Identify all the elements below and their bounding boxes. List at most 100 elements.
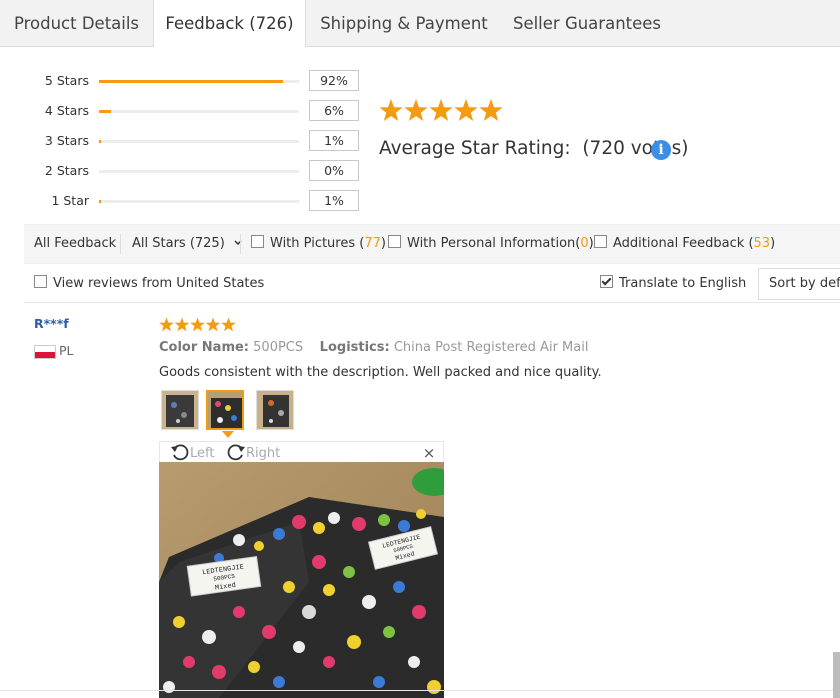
personal-info-checkbox[interactable] xyxy=(388,235,401,248)
histogram-label: 5 Stars xyxy=(44,73,89,88)
histogram-bar-fill xyxy=(99,140,101,143)
review-photo-thumbnail[interactable] xyxy=(256,390,294,430)
star-icon xyxy=(429,99,453,121)
histogram-percent: 1% xyxy=(309,130,359,151)
with-pictures-label: With Pictures xyxy=(270,236,356,251)
star-icon xyxy=(221,317,236,332)
histogram-label: 3 Stars xyxy=(44,133,89,148)
additional-feedback-open: ( xyxy=(744,236,754,251)
vote-count: (720 votes) xyxy=(582,138,689,159)
color-label: Color Name: xyxy=(159,340,250,355)
review-text: Goods consistent with the description. W… xyxy=(159,365,602,380)
histogram-bar xyxy=(99,80,299,83)
rotate-left-button[interactable]: Left xyxy=(170,442,214,464)
rotate-right-button[interactable]: Right xyxy=(226,442,280,464)
histogram-percent: 1% xyxy=(309,190,359,211)
order-details: Color Name: 500PCS Logistics: China Post… xyxy=(159,340,588,355)
with-pictures-count: 77 xyxy=(364,236,381,251)
tab-feedback[interactable]: Feedback (726) xyxy=(153,0,306,47)
histogram-percent: 92% xyxy=(309,70,359,91)
all-feedback-filter[interactable]: All Feedback xyxy=(34,225,116,263)
rotate-right-icon xyxy=(227,444,245,461)
view-reviews-from-country[interactable]: View reviews from United States xyxy=(34,266,264,302)
star-icon xyxy=(404,99,428,121)
average-rating-label: Average Star Rating: xyxy=(379,138,571,159)
translate-label: Translate to English xyxy=(619,276,747,291)
additional-feedback-close: ) xyxy=(770,236,776,251)
review-stars xyxy=(159,317,236,332)
star-icon xyxy=(159,317,174,332)
star-icon xyxy=(479,99,503,121)
close-icon[interactable]: × xyxy=(419,442,439,464)
chevron-down-icon xyxy=(234,240,242,246)
star-icon xyxy=(454,99,478,121)
scrollbar-thumb[interactable] xyxy=(833,652,840,698)
personal-info-filter[interactable]: With Personal Information(0) xyxy=(388,225,594,263)
star-icon xyxy=(190,317,205,332)
review-photo-thumbnail-selected[interactable] xyxy=(206,390,244,430)
histogram-bar xyxy=(99,110,299,113)
tab-shipping-payment[interactable]: Shipping & Payment xyxy=(306,0,502,46)
star-icon xyxy=(205,317,221,332)
histogram-bar xyxy=(99,170,299,173)
histogram-row-2[interactable]: 2 Stars 0% xyxy=(0,160,370,182)
histogram-bar-fill xyxy=(99,110,111,113)
with-pictures-filter[interactable]: With Pictures (77) xyxy=(251,225,386,263)
histogram-label: 4 Stars xyxy=(44,103,89,118)
rotate-left-label: Left xyxy=(190,446,215,461)
rotate-right-label: Right xyxy=(246,446,281,461)
divider xyxy=(120,234,121,254)
divider xyxy=(0,690,840,691)
translate-checkbox[interactable] xyxy=(600,275,613,288)
additional-feedback-label: Additional Feedback xyxy=(613,236,745,251)
histogram-bar-fill xyxy=(99,80,283,83)
sort-dropdown[interactable]: Sort by default xyxy=(758,268,840,300)
histogram-row-5[interactable]: 5 Stars 92% xyxy=(0,70,370,92)
tab-bar: Product Details Feedback (726) Shipping … xyxy=(0,0,840,47)
color-value: 500PCS xyxy=(253,340,304,355)
with-pictures-open: ( xyxy=(355,236,365,251)
review-options-bar: View reviews from United States Translat… xyxy=(24,266,840,303)
logistics-value: China Post Registered Air Mail xyxy=(393,340,589,355)
histogram-bar xyxy=(99,200,299,203)
all-stars-label: All Stars (725) xyxy=(132,236,225,251)
histogram-row-4[interactable]: 4 Stars 6% xyxy=(0,100,370,122)
histogram-bar xyxy=(99,140,299,143)
view-country-label: View reviews from United States xyxy=(53,276,265,291)
personal-info-label: With Personal Information xyxy=(407,236,576,251)
with-pictures-checkbox[interactable] xyxy=(251,235,264,248)
star-icon xyxy=(379,99,403,121)
feedback-filter-bar: All Feedback All Stars (725) With Pictur… xyxy=(24,224,840,264)
with-pictures-close: ) xyxy=(380,236,386,251)
star-icon xyxy=(174,317,190,332)
view-country-checkbox[interactable] xyxy=(34,275,47,288)
translate-toggle[interactable]: Translate to English xyxy=(600,266,746,302)
additional-feedback-filter[interactable]: Additional Feedback (53) xyxy=(594,225,775,263)
average-rating-stars xyxy=(379,99,503,121)
reviewer-name[interactable]: R***f xyxy=(34,316,69,331)
personal-info-close: ) xyxy=(588,236,594,251)
review-photo-thumbnail[interactable] xyxy=(161,390,199,430)
reviewer-country: PL xyxy=(59,343,74,358)
info-icon[interactable]: i xyxy=(651,140,671,160)
average-rating-text: Average Star Rating: (720 votes) xyxy=(379,138,689,159)
poland-flag-icon xyxy=(34,345,56,359)
rotate-left-icon xyxy=(171,444,189,461)
histogram-label: 2 Stars xyxy=(44,163,89,178)
histogram-bar-fill xyxy=(99,200,101,203)
histogram-label: 1 Star xyxy=(51,193,89,208)
histogram-percent: 6% xyxy=(309,100,359,121)
logistics-label: Logistics: xyxy=(319,340,390,355)
additional-feedback-count: 53 xyxy=(753,236,771,251)
review-photo-large[interactable]: LEDTENGJIE 500PCS Mixed LEDTENGJIE 500PC… xyxy=(159,462,444,698)
divider xyxy=(240,234,241,254)
tab-product-details[interactable]: Product Details xyxy=(0,0,153,46)
selected-thumbnail-caret xyxy=(222,431,234,438)
tab-seller-guarantees[interactable]: Seller Guarantees xyxy=(502,0,672,46)
all-stars-dropdown[interactable]: All Stars (725) xyxy=(132,225,243,263)
histogram-percent: 0% xyxy=(309,160,359,181)
photo-viewer-toolbar: Left Right × xyxy=(159,441,444,463)
histogram-row-1[interactable]: 1 Star 1% xyxy=(0,190,370,212)
histogram-row-3[interactable]: 3 Stars 1% xyxy=(0,130,370,152)
additional-feedback-checkbox[interactable] xyxy=(594,235,607,248)
